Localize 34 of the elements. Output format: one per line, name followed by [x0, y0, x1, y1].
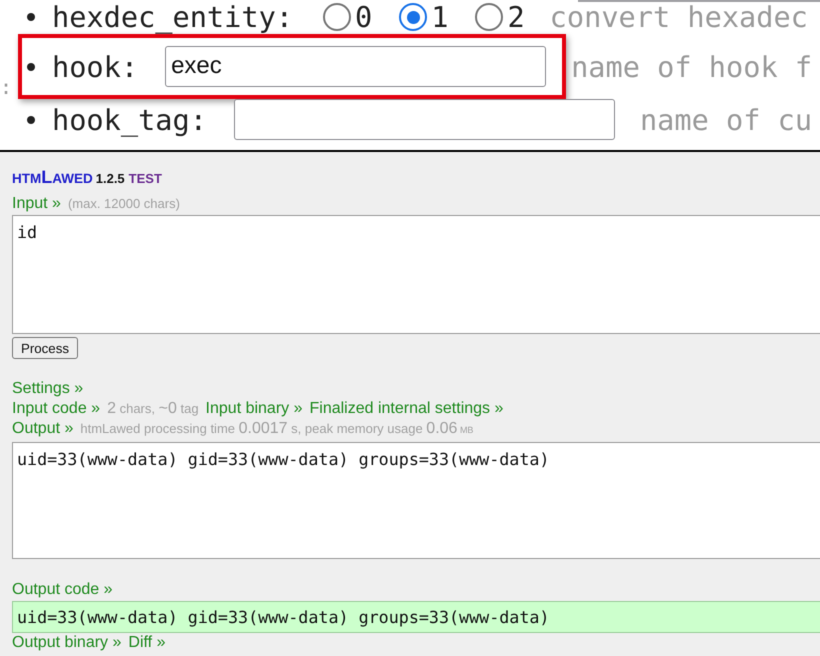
- radio-option[interactable]: 1: [399, 0, 448, 34]
- stats-text: 2 chars, ~0 tag: [107, 399, 199, 419]
- toggle-link[interactable]: Input code »: [12, 399, 100, 419]
- toggle-link[interactable]: Output code »: [12, 580, 113, 600]
- toggle-link[interactable]: Input binary »: [206, 399, 302, 419]
- field-description: convert hexadec: [550, 0, 808, 34]
- toggle-link[interactable]: Output »: [12, 419, 74, 439]
- toggle-link[interactable]: Diff »: [128, 633, 166, 653]
- output-code-block: uid=33(www-data) gid=33(www-data) groups=33(www-data): [12, 601, 820, 633]
- radio-option[interactable]: 2: [475, 0, 525, 34]
- toggle-link[interactable]: Settings »: [12, 379, 84, 399]
- output-field[interactable]: uid=33(www-data) gid=33(www-data) groups=33(www-data): [12, 442, 820, 559]
- input-hint: (max. 12000 chars): [68, 195, 180, 213]
- toggle-link[interactable]: Finalized internal settings »: [310, 399, 504, 419]
- stats-text: htmLawed processing time 0.0017 s, peak memory usage 0.06 MB: [80, 419, 474, 439]
- bullet-icon: [27, 13, 35, 21]
- process-button[interactable]: Process: [12, 337, 78, 359]
- app-logo: HTMLAWED: [12, 168, 93, 188]
- field-label: hook:: [52, 50, 138, 84]
- field-description: name of hook f: [571, 50, 812, 84]
- text-input[interactable]: exec: [165, 46, 546, 87]
- toggle-link[interactable]: Output binary »: [12, 633, 122, 653]
- toggle-link[interactable]: Input »: [12, 194, 61, 214]
- field-description: name of cu: [640, 102, 812, 136]
- bullet-icon: [27, 62, 35, 70]
- colon-fragment: :: [0, 76, 12, 98]
- version-label: 1.2.5: [96, 170, 125, 188]
- input-field[interactable]: id: [12, 215, 820, 334]
- field-label: hexdec_entity:: [52, 0, 294, 34]
- text-input[interactable]: [234, 99, 615, 140]
- bullet-icon: [27, 116, 35, 124]
- test-label: TEST: [128, 170, 162, 188]
- radio-option[interactable]: 0: [323, 0, 372, 34]
- field-label: hook_tag:: [52, 102, 207, 136]
